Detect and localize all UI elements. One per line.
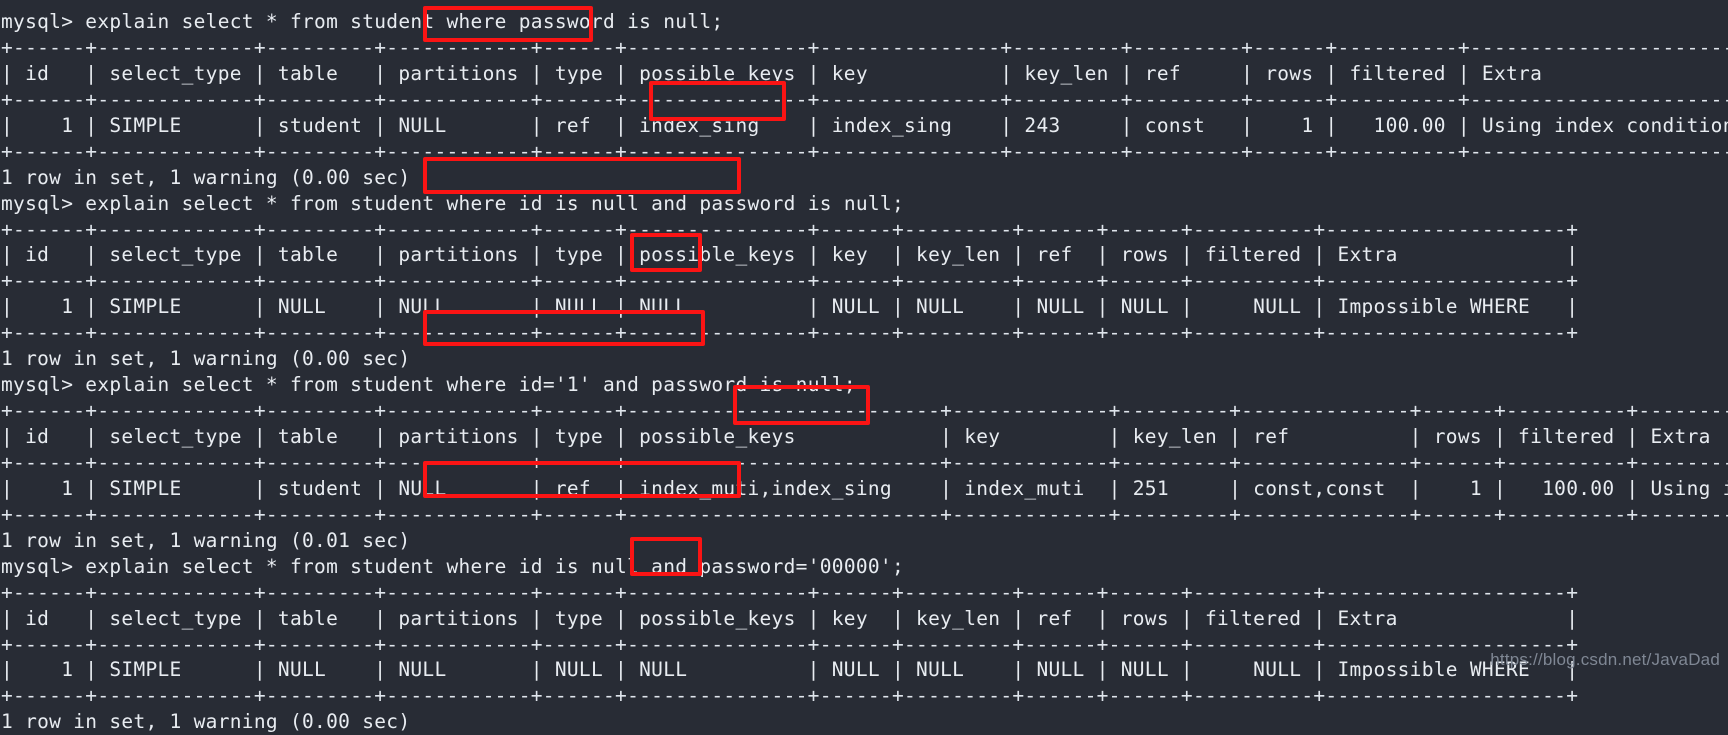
- command-line-4[interactable]: mysql> explain select * from student whe…: [1, 554, 1728, 580]
- watermark-url: https://blog.csdn.net/JavaDad: [1490, 650, 1720, 669]
- table-rule-mid-4: +------+-------------+---------+--------…: [1, 632, 1579, 656]
- where-clause: password is null: [518, 10, 712, 33]
- table-rule-mid-1: +------+-------------+---------+--------…: [1, 87, 1728, 111]
- table-rule-mid-2: +------+-------------+---------+--------…: [1, 269, 1579, 293]
- mysql-prompt: mysql>: [1, 10, 86, 33]
- table-row-4: | 1 | SIMPLE | NULL | NULL | NULL | NULL…: [1, 658, 1579, 682]
- status-line-2: 1 row in set, 1 warning (0.00 sec): [1, 347, 411, 371]
- table-rule-bottom-2: +------+-------------+---------+--------…: [1, 321, 1579, 345]
- status-line-3: 1 row in set, 1 warning (0.01 sec): [1, 528, 411, 552]
- command-line-3[interactable]: mysql> explain select * from student whe…: [1, 372, 1728, 398]
- statement-terminator: ;: [843, 373, 856, 397]
- table-rule-bottom-1: +------+-------------+---------+--------…: [1, 139, 1728, 163]
- table-rule-top-3: +------+-------------+---------+--------…: [1, 399, 1728, 423]
- table-row-2: | 1 | SIMPLE | NULL | NULL | NULL | NULL…: [1, 295, 1579, 319]
- table-header-3: | id | select_type | table | partitions …: [1, 425, 1711, 448]
- table-header-2: | id | select_type | table | partitions …: [1, 243, 1579, 267]
- status-line-4: 1 row in set, 1 warning (0.00 sec): [1, 710, 411, 734]
- table-rule-top-1: +------+-------------+---------+--------…: [1, 35, 1728, 59]
- table-rule-mid-3: +------+-------------+---------+--------…: [1, 450, 1728, 474]
- command-text: explain select * from student where: [85, 10, 519, 33]
- table-rule-top-4: +------+-------------+---------+--------…: [1, 580, 1579, 604]
- mysql-prompt: mysql>: [1, 191, 86, 215]
- statement-terminator: ;: [891, 554, 905, 578]
- where-clause: id is null and password='00000': [518, 554, 892, 578]
- table-rule-top-2: +------+-------------+---------+--------…: [1, 217, 1579, 241]
- statement-terminator: ;: [711, 10, 724, 33]
- mysql-terminal[interactable]: mysql> explain select * from student whe…: [0, 0, 1728, 733]
- statement-terminator: ;: [891, 191, 905, 215]
- command-text: explain select * from student where: [85, 191, 519, 215]
- command-text: explain select * from student where: [85, 373, 519, 397]
- table-header-1: | id | select_type | table | partitions …: [1, 61, 1728, 85]
- status-line-1: 1 row in set, 1 warning (0.00 sec): [1, 165, 411, 189]
- mysql-prompt: mysql>: [1, 373, 86, 397]
- command-line-2[interactable]: mysql> explain select * from student whe…: [1, 191, 1728, 217]
- mysql-prompt: mysql>: [1, 554, 86, 578]
- table-row-1: | 1 | SIMPLE | student | NULL | ref | in…: [1, 113, 1728, 137]
- table-row-3: | 1 | SIMPLE | student | NULL | ref | in…: [1, 476, 1728, 500]
- where-clause: id='1' and password is null: [518, 373, 844, 397]
- where-clause: id is null and password is null: [518, 191, 892, 215]
- table-rule-bottom-4: +------+-------------+---------+--------…: [1, 684, 1579, 708]
- command-text: explain select * from student where: [85, 554, 519, 578]
- command-line-1[interactable]: mysql> explain select * from student whe…: [1, 9, 1728, 35]
- table-header-4: | id | select_type | table | partitions …: [1, 606, 1579, 630]
- table-rule-bottom-3: +------+-------------+---------+--------…: [1, 502, 1728, 526]
